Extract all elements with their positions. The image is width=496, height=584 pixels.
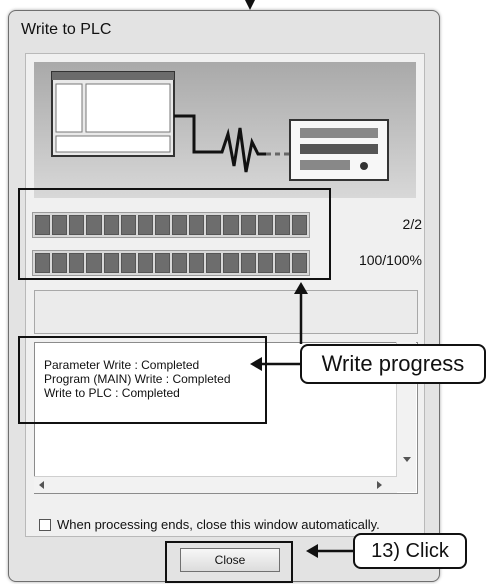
auto-close-label: When processing ends, close this window … [57, 517, 380, 532]
write-progress-callout: Write progress [300, 344, 486, 384]
write-illustration-banner [34, 62, 416, 198]
scroll-right-icon[interactable] [377, 481, 382, 489]
overall-progress-text: 2/2 [402, 216, 422, 232]
scroll-down-icon[interactable] [403, 457, 411, 462]
dialog-client-area: 2/2 100/100% Parameter Write : Completed… [18, 53, 425, 537]
click-step-callout: 13) Click [353, 533, 467, 569]
dialog-title: Write to PLC [21, 21, 112, 38]
top-arrow-icon [245, 0, 255, 10]
status-message-box [34, 290, 418, 334]
plc-device-icon [289, 119, 389, 181]
write-to-plc-dialog: Write to PLC 2/2 100/100% Parameter Writ… [8, 10, 440, 583]
log-highlight-frame [18, 336, 267, 424]
signal-wave-icon [210, 127, 266, 173]
computer-screen-icon [51, 71, 175, 157]
close-button[interactable]: Close [180, 548, 280, 572]
current-progress-text: 100/100% [358, 252, 422, 268]
progress-highlight-frame [18, 188, 331, 280]
scroll-left-icon[interactable] [39, 481, 44, 489]
log-horizontal-scrollbar[interactable] [34, 476, 397, 493]
auto-close-checkbox[interactable] [39, 519, 51, 531]
